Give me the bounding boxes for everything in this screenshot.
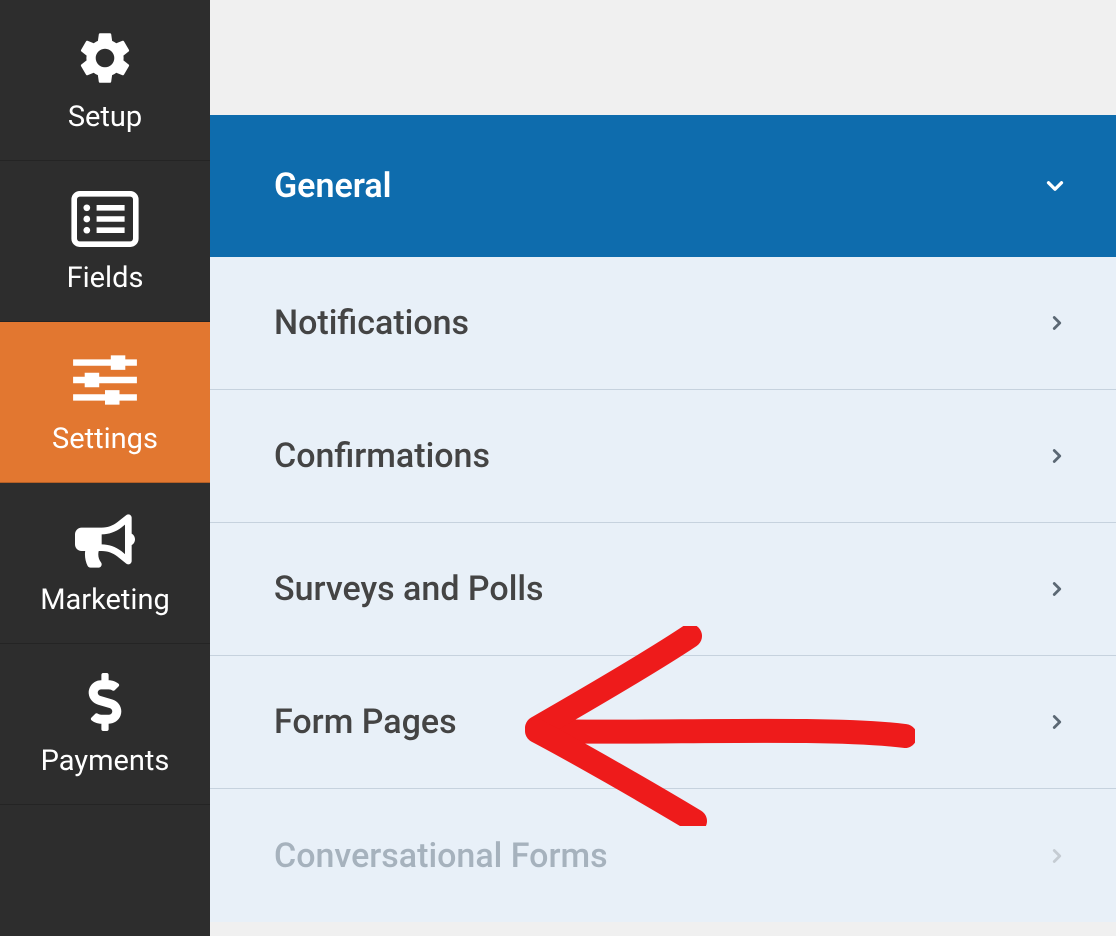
settings-item-label: Confirmations: [274, 436, 490, 476]
sidebar-item-label: Fields: [67, 261, 144, 295]
chevron-right-icon: [1046, 711, 1068, 733]
settings-item-form-pages[interactable]: Form Pages: [210, 656, 1116, 789]
bullhorn-icon: [75, 511, 135, 571]
sidebar-item-payments[interactable]: Payments: [0, 644, 210, 805]
gear-icon: [74, 28, 136, 88]
settings-item-label: Surveys and Polls: [274, 569, 544, 609]
sidebar-item-label: Setup: [68, 100, 142, 134]
settings-list: General Notifications Confirmations: [210, 115, 1116, 936]
app-container: Setup Fields: [0, 0, 1116, 936]
sliders-icon: [69, 350, 141, 410]
settings-item-surveys-polls[interactable]: Surveys and Polls: [210, 523, 1116, 656]
list-icon: [71, 189, 139, 249]
chevron-right-icon: [1046, 312, 1068, 334]
dollar-icon: [88, 672, 122, 732]
chevron-right-icon: [1046, 845, 1068, 867]
settings-item-general[interactable]: General: [210, 115, 1116, 257]
settings-item-notifications[interactable]: Notifications: [210, 257, 1116, 390]
chevron-down-icon: [1042, 173, 1068, 199]
sidebar-item-marketing[interactable]: Marketing: [0, 483, 210, 644]
sidebar-item-settings[interactable]: Settings: [0, 322, 210, 483]
sidebar-item-label: Settings: [52, 422, 158, 456]
settings-item-label: General: [274, 166, 392, 206]
panel-header-space: [210, 0, 1116, 115]
sidebar-item-fields[interactable]: Fields: [0, 161, 210, 322]
primary-sidebar: Setup Fields: [0, 0, 210, 936]
chevron-right-icon: [1046, 578, 1068, 600]
chevron-right-icon: [1046, 445, 1068, 467]
sidebar-item-label: Marketing: [40, 583, 170, 617]
settings-item-confirmations[interactable]: Confirmations: [210, 390, 1116, 523]
settings-item-label: Form Pages: [274, 702, 457, 742]
sidebar-item-setup[interactable]: Setup: [0, 0, 210, 161]
settings-item-label: Notifications: [274, 303, 469, 343]
main-panel: General Notifications Confirmations: [210, 0, 1116, 936]
settings-item-label: Conversational Forms: [274, 836, 608, 876]
settings-item-conversational-forms[interactable]: Conversational Forms: [210, 789, 1116, 922]
sidebar-item-label: Payments: [41, 744, 170, 778]
